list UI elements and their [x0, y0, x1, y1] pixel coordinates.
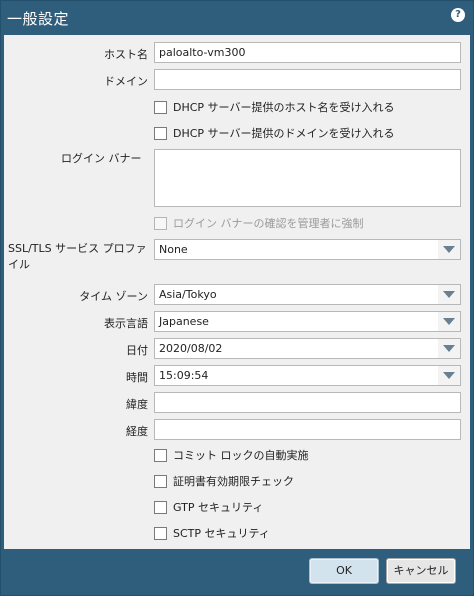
timezone-label: タイム ゾーン [79, 290, 148, 303]
ssl-profile-label: SSL/TLS サービス プロファイル [8, 242, 147, 271]
date-value: 2020/08/02 [159, 342, 223, 355]
ssl-profile-select[interactable]: None [154, 239, 461, 260]
longitude-input[interactable] [154, 419, 461, 440]
commit-lock-option[interactable]: コミット ロックの自動実施 [154, 447, 309, 465]
chevron-down-icon [443, 318, 455, 325]
cert-expiry-label: 証明書有効期限チェック [173, 475, 294, 488]
help-icon[interactable]: ? [451, 8, 465, 22]
force-ack-option: ログイン バナーの確認を管理者に強制 [154, 215, 364, 233]
gtp-security-option[interactable]: GTP セキュリティ [154, 499, 263, 517]
cancel-button[interactable]: キャンセル [386, 558, 456, 584]
domain-input[interactable] [154, 69, 461, 90]
timezone-dropdown-button[interactable] [438, 285, 460, 304]
time-select[interactable]: 15:09:54 [154, 365, 461, 386]
general-settings-dialog: 一般設定 ? ホスト名 paloalto-vm300 ドメイン DHCP サーバ… [0, 0, 474, 596]
login-banner-textarea[interactable] [154, 149, 461, 207]
gtp-security-checkbox[interactable] [154, 500, 167, 514]
longitude-label: 経度 [126, 425, 148, 438]
date-label: 日付 [126, 344, 148, 357]
gtp-security-label: GTP セキュリティ [173, 501, 264, 514]
chevron-down-icon [443, 345, 455, 352]
hostname-input[interactable]: paloalto-vm300 [154, 42, 461, 63]
force-ack-checkbox [154, 216, 167, 230]
time-dropdown-button[interactable] [438, 366, 460, 385]
sctp-security-option[interactable]: SCTP セキュリティ [154, 525, 270, 543]
sctp-security-checkbox[interactable] [154, 526, 167, 540]
latitude-input[interactable] [154, 392, 461, 413]
date-dropdown-button[interactable] [438, 339, 460, 358]
sctp-security-label: SCTP セキュリティ [173, 527, 270, 540]
domain-label: ドメイン [104, 75, 148, 88]
locale-value: Japanese [159, 315, 209, 328]
dhcp-hostname-option[interactable]: DHCP サーバー提供のホスト名を受け入れる [154, 99, 394, 117]
force-ack-label: ログイン バナーの確認を管理者に強制 [173, 217, 364, 230]
cert-expiry-option[interactable]: 証明書有効期限チェック [154, 473, 294, 491]
dhcp-domain-label: DHCP サーバー提供のドメインを受け入れる [173, 127, 395, 140]
dhcp-hostname-label: DHCP サーバー提供のホスト名を受け入れる [173, 101, 395, 114]
ssl-profile-dropdown-button[interactable] [438, 240, 460, 259]
timezone-value: Asia/Tokyo [159, 288, 217, 301]
ok-button[interactable]: OK [309, 558, 379, 584]
dialog-title: 一般設定 [7, 10, 70, 28]
locale-select[interactable]: Japanese [154, 311, 461, 332]
dialog-body: ホスト名 paloalto-vm300 ドメイン DHCP サーバー提供のホスト… [4, 35, 470, 549]
chevron-down-icon [443, 372, 455, 379]
ssl-profile-value: None [159, 243, 188, 256]
dhcp-domain-checkbox[interactable] [154, 126, 167, 140]
dhcp-domain-option[interactable]: DHCP サーバー提供のドメインを受け入れる [154, 125, 394, 143]
dialog-footer: OK キャンセル [1, 549, 473, 595]
chevron-down-icon [443, 246, 455, 253]
dhcp-hostname-checkbox[interactable] [154, 100, 167, 114]
cert-expiry-checkbox[interactable] [154, 474, 167, 488]
commit-lock-checkbox[interactable] [154, 448, 167, 462]
latitude-label: 緯度 [126, 398, 148, 411]
hostname-label: ホスト名 [104, 48, 148, 61]
dialog-titlebar: 一般設定 ? [1, 1, 473, 35]
date-select[interactable]: 2020/08/02 [154, 338, 461, 359]
time-value: 15:09:54 [159, 369, 209, 382]
locale-label: 表示言語 [104, 317, 148, 330]
timezone-select[interactable]: Asia/Tokyo [154, 284, 461, 305]
time-label: 時間 [126, 371, 148, 384]
commit-lock-label: コミット ロックの自動実施 [173, 449, 309, 462]
locale-dropdown-button[interactable] [438, 312, 460, 331]
chevron-down-icon [443, 291, 455, 298]
